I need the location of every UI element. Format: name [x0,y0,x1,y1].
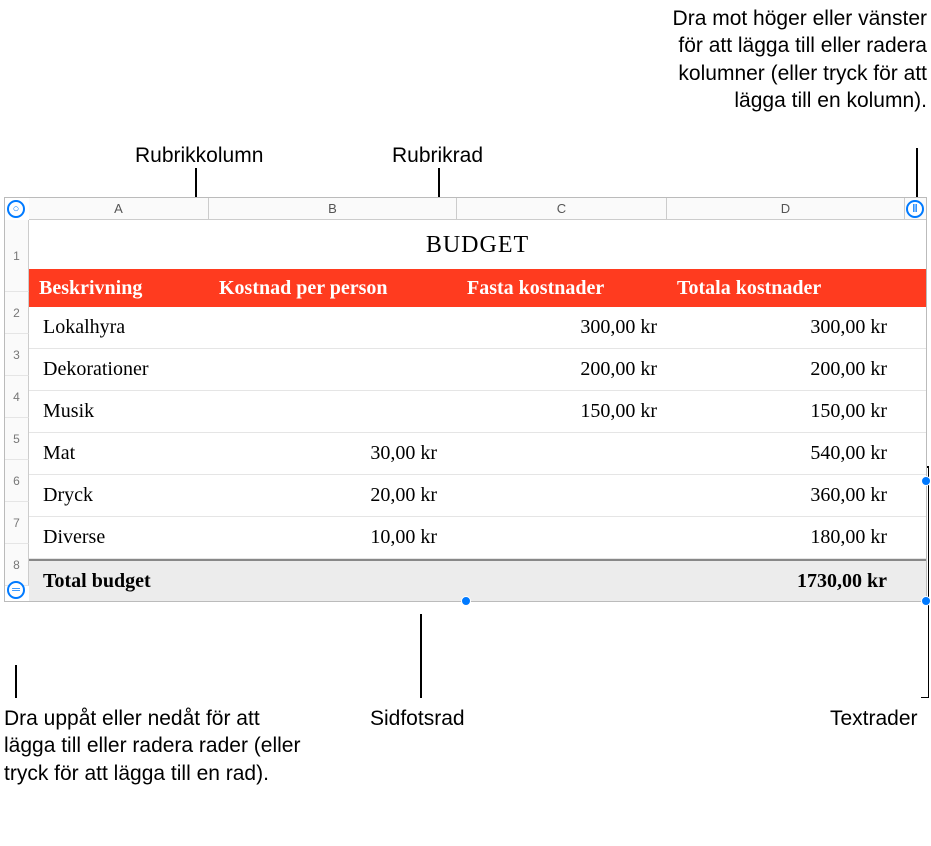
footer-total[interactable]: 1730,00 kr [667,570,905,593]
line-column-drag [916,148,918,200]
cell[interactable]: 150,00 kr [457,400,667,423]
row-header-8[interactable]: 8 [5,544,29,586]
selection-handle-icon[interactable] [461,596,471,606]
cell[interactable]: 200,00 kr [667,358,905,381]
add-column-handle[interactable]: ‖ [906,200,924,218]
header-totala-kostnader[interactable]: Totala kostnader [667,277,905,300]
callout-rubrikrad: Rubrikrad [392,142,483,169]
col-header-b[interactable]: B [209,198,457,219]
spreadsheet: ○ ‖ ═ A B C D 1 2 3 4 5 6 7 8 BUDGET Bes… [4,197,927,602]
table-row[interactable]: Musik 150,00 kr 150,00 kr [29,391,926,433]
line-sidfotsrad [420,614,422,698]
cell[interactable]: 360,00 kr [667,484,905,507]
table-origin-handle[interactable]: ○ [7,200,25,218]
cell[interactable]: Mat [29,442,209,465]
row-header-6[interactable]: 6 [5,460,29,502]
cell[interactable]: 540,00 kr [667,442,905,465]
cell[interactable]: 10,00 kr [209,526,457,549]
table-row[interactable]: Lokalhyra 300,00 kr 300,00 kr [29,307,926,349]
cell[interactable]: Dryck [29,484,209,507]
table-row[interactable]: Dryck 20,00 kr 360,00 kr [29,475,926,517]
col-header-a[interactable]: A [29,198,209,219]
callout-rubrikkolumn: Rubrikkolumn [135,142,263,169]
header-beskrivning[interactable]: Beskrivning [29,277,209,300]
table-title: BUDGET [29,220,926,269]
callout-textrader: Textrader [830,705,918,732]
cell[interactable]: 150,00 kr [667,400,905,423]
header-fasta-kostnader[interactable]: Fasta kostnader [457,277,667,300]
line-row-drag [15,665,17,698]
row-header-2[interactable]: 2 [5,292,29,334]
header-kostnad-per-person[interactable]: Kostnad per person [209,277,457,300]
selection-handle-icon[interactable] [921,476,931,486]
column-headers: A B C D [29,198,926,220]
cell[interactable]: 30,00 kr [209,442,457,465]
callout-row-drag: Dra uppåt eller nedåt för att lägga till… [4,705,304,787]
cell[interactable]: Diverse [29,526,209,549]
cell[interactable]: Lokalhyra [29,316,209,339]
table-header-row: Beskrivning Kostnad per person Fasta kos… [29,269,926,307]
col-header-c[interactable]: C [457,198,667,219]
cell[interactable]: Musik [29,400,209,423]
table-row[interactable]: Dekorationer 200,00 kr 200,00 kr [29,349,926,391]
table-row[interactable]: Mat 30,00 kr 540,00 kr [29,433,926,475]
row-headers: 1 2 3 4 5 6 7 8 [5,220,29,586]
row-header-4[interactable]: 4 [5,376,29,418]
callout-column-drag: Dra mot höger eller vänster för att lägg… [647,5,927,114]
cell[interactable]: 20,00 kr [209,484,457,507]
row-header-3[interactable]: 3 [5,334,29,376]
footer-label[interactable]: Total budget [29,570,209,593]
table-row[interactable]: Diverse 10,00 kr 180,00 kr [29,517,926,559]
col-header-d[interactable]: D [667,198,905,219]
cell[interactable]: 300,00 kr [457,316,667,339]
callout-sidfotsrad: Sidfotsrad [370,705,465,732]
cell[interactable]: Dekorationer [29,358,209,381]
add-row-handle[interactable]: ═ [7,581,25,599]
cell[interactable]: 180,00 kr [667,526,905,549]
table-body: BUDGET Beskrivning Kostnad per person Fa… [29,220,926,601]
row-header-7[interactable]: 7 [5,502,29,544]
selection-handle-icon[interactable] [921,596,931,606]
row-header-5[interactable]: 5 [5,418,29,460]
cell[interactable]: 200,00 kr [457,358,667,381]
table-footer-row[interactable]: Total budget 1730,00 kr [29,559,926,601]
row-header-1[interactable]: 1 [5,220,29,292]
cell[interactable]: 300,00 kr [667,316,905,339]
